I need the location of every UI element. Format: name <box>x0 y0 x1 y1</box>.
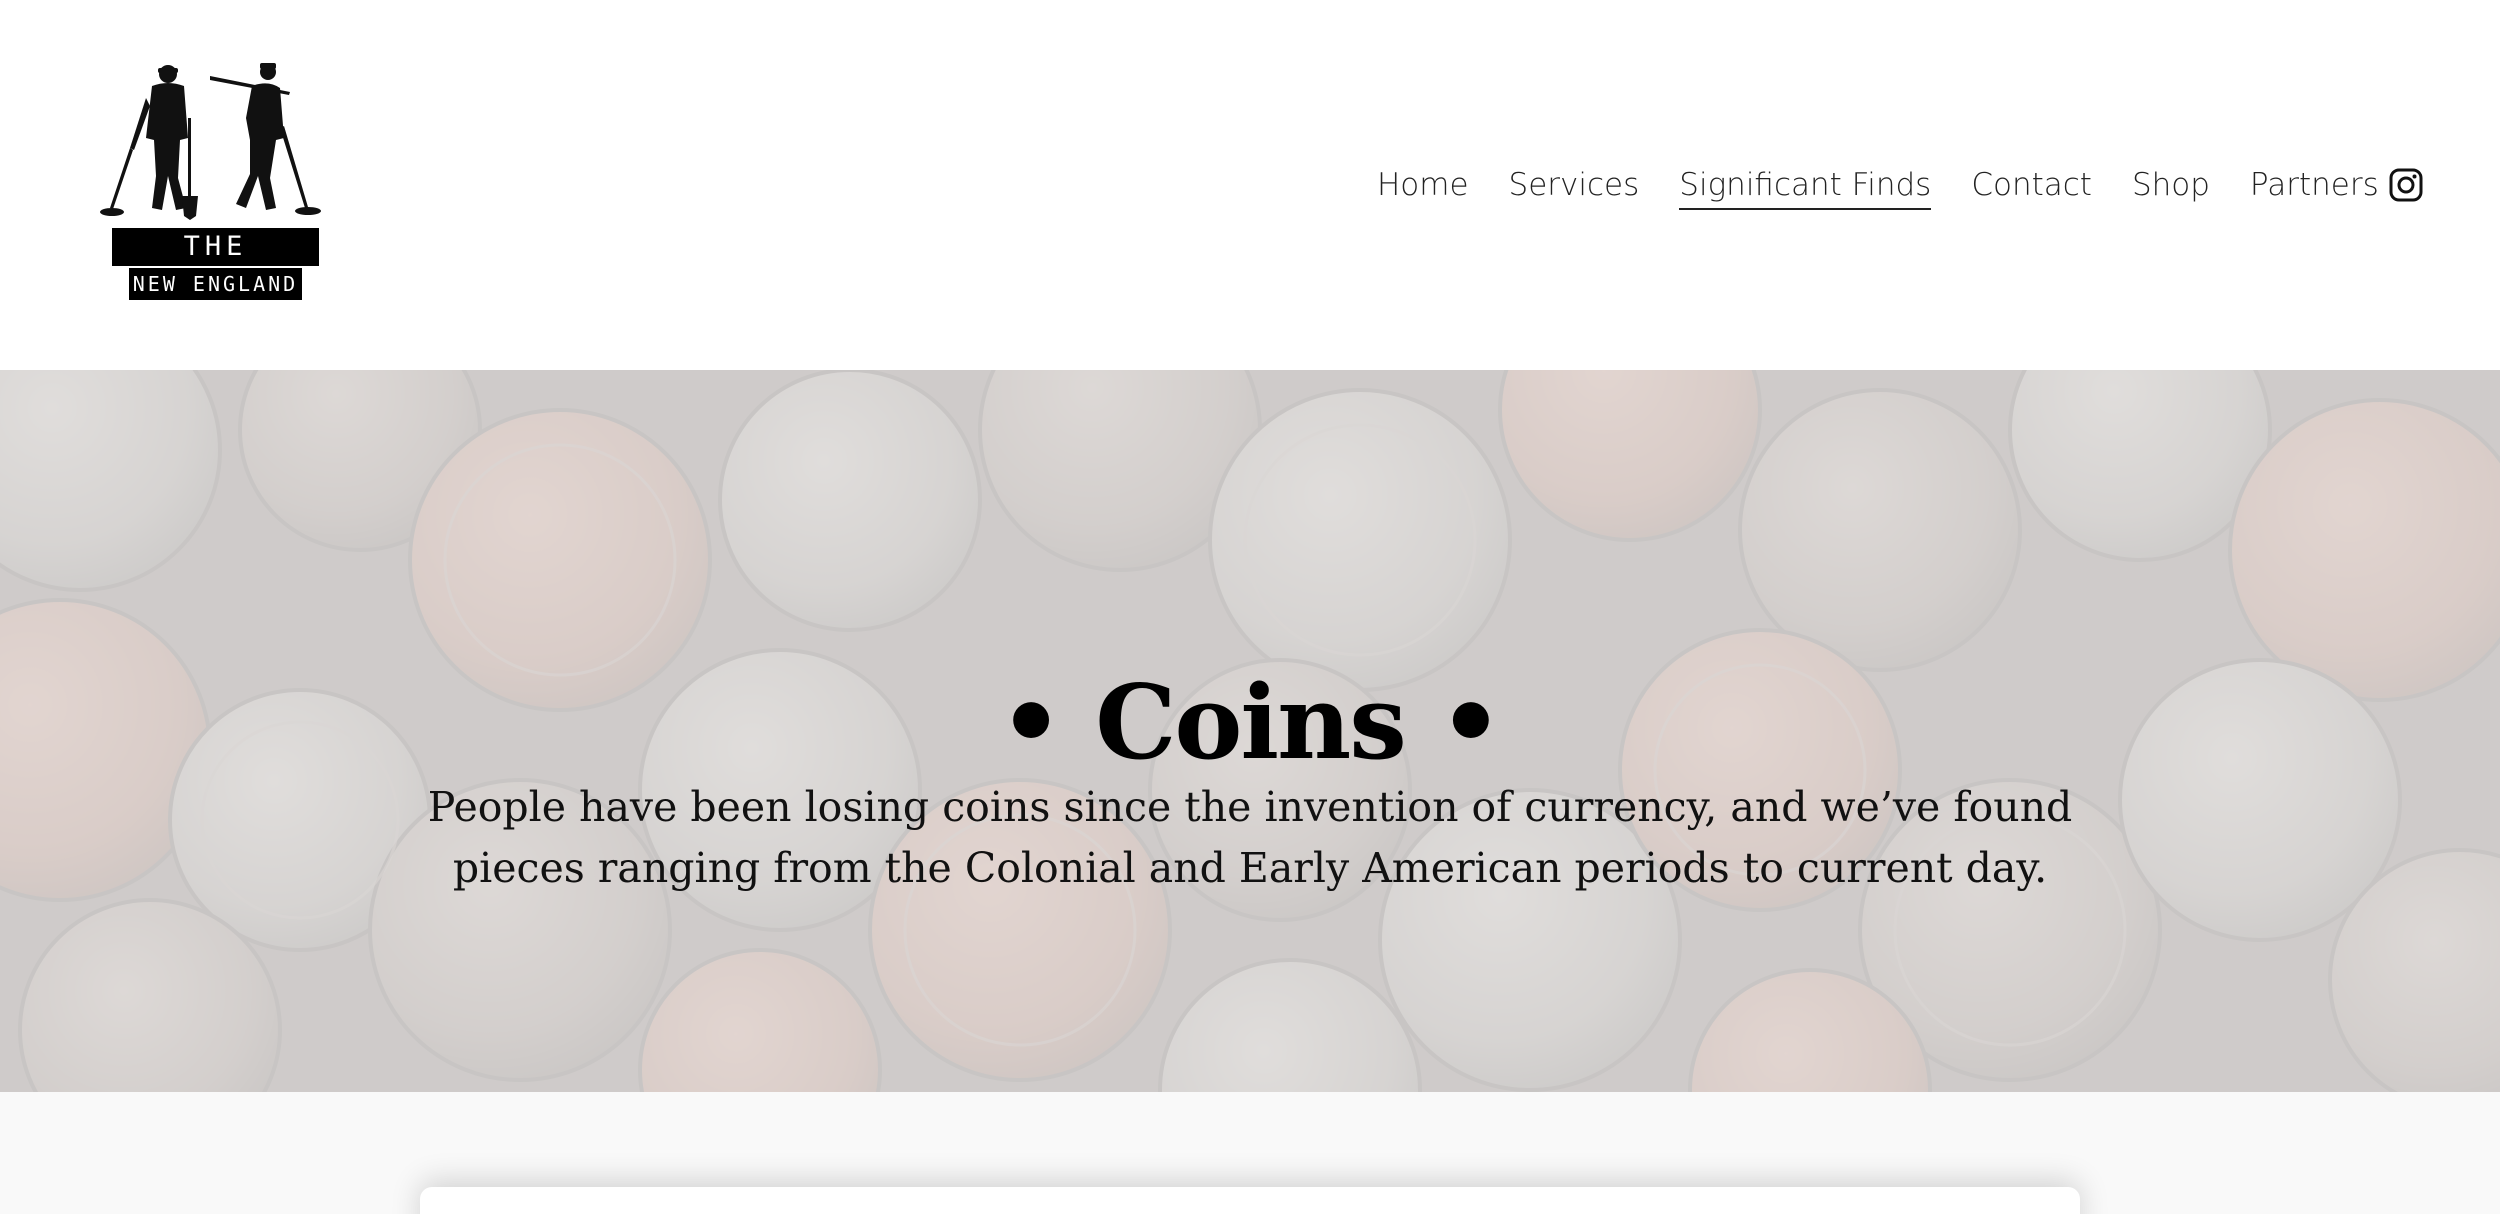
site-header: THE SIGNAL NEW ENGLAND Home Services Sig… <box>0 0 2500 370</box>
metal-detectorists-logo-icon <box>100 63 321 220</box>
nav-services[interactable]: Services <box>1509 160 1640 210</box>
main-nav: Home Services Significant Finds Contact … <box>1377 160 2419 210</box>
hero-description: People have been losing coins since the … <box>427 783 2073 892</box>
logo-subtitle: NEW ENGLAND <box>129 268 302 300</box>
nav-partners[interactable]: Partners <box>2250 160 2379 210</box>
page: THE SIGNAL NEW ENGLAND Home Services Sig… <box>0 0 2500 1214</box>
content-card <box>420 1187 2080 1214</box>
content-section <box>0 1092 2500 1214</box>
nav-contact[interactable]: Contact <box>1971 160 2092 210</box>
site-logo[interactable]: THE SIGNAL NEW ENGLAND <box>100 58 325 308</box>
nav-home[interactable]: Home <box>1377 160 1469 210</box>
instagram-icon[interactable] <box>2388 167 2424 203</box>
hero-section: • Coins • People have been losing coins … <box>0 370 2500 1092</box>
nav-significant-finds[interactable]: Significant Finds <box>1679 160 1932 210</box>
logo-title: THE SIGNAL <box>112 228 319 300</box>
nav-shop[interactable]: Shop <box>2132 160 2210 210</box>
page-title: • Coins • <box>998 663 1504 784</box>
